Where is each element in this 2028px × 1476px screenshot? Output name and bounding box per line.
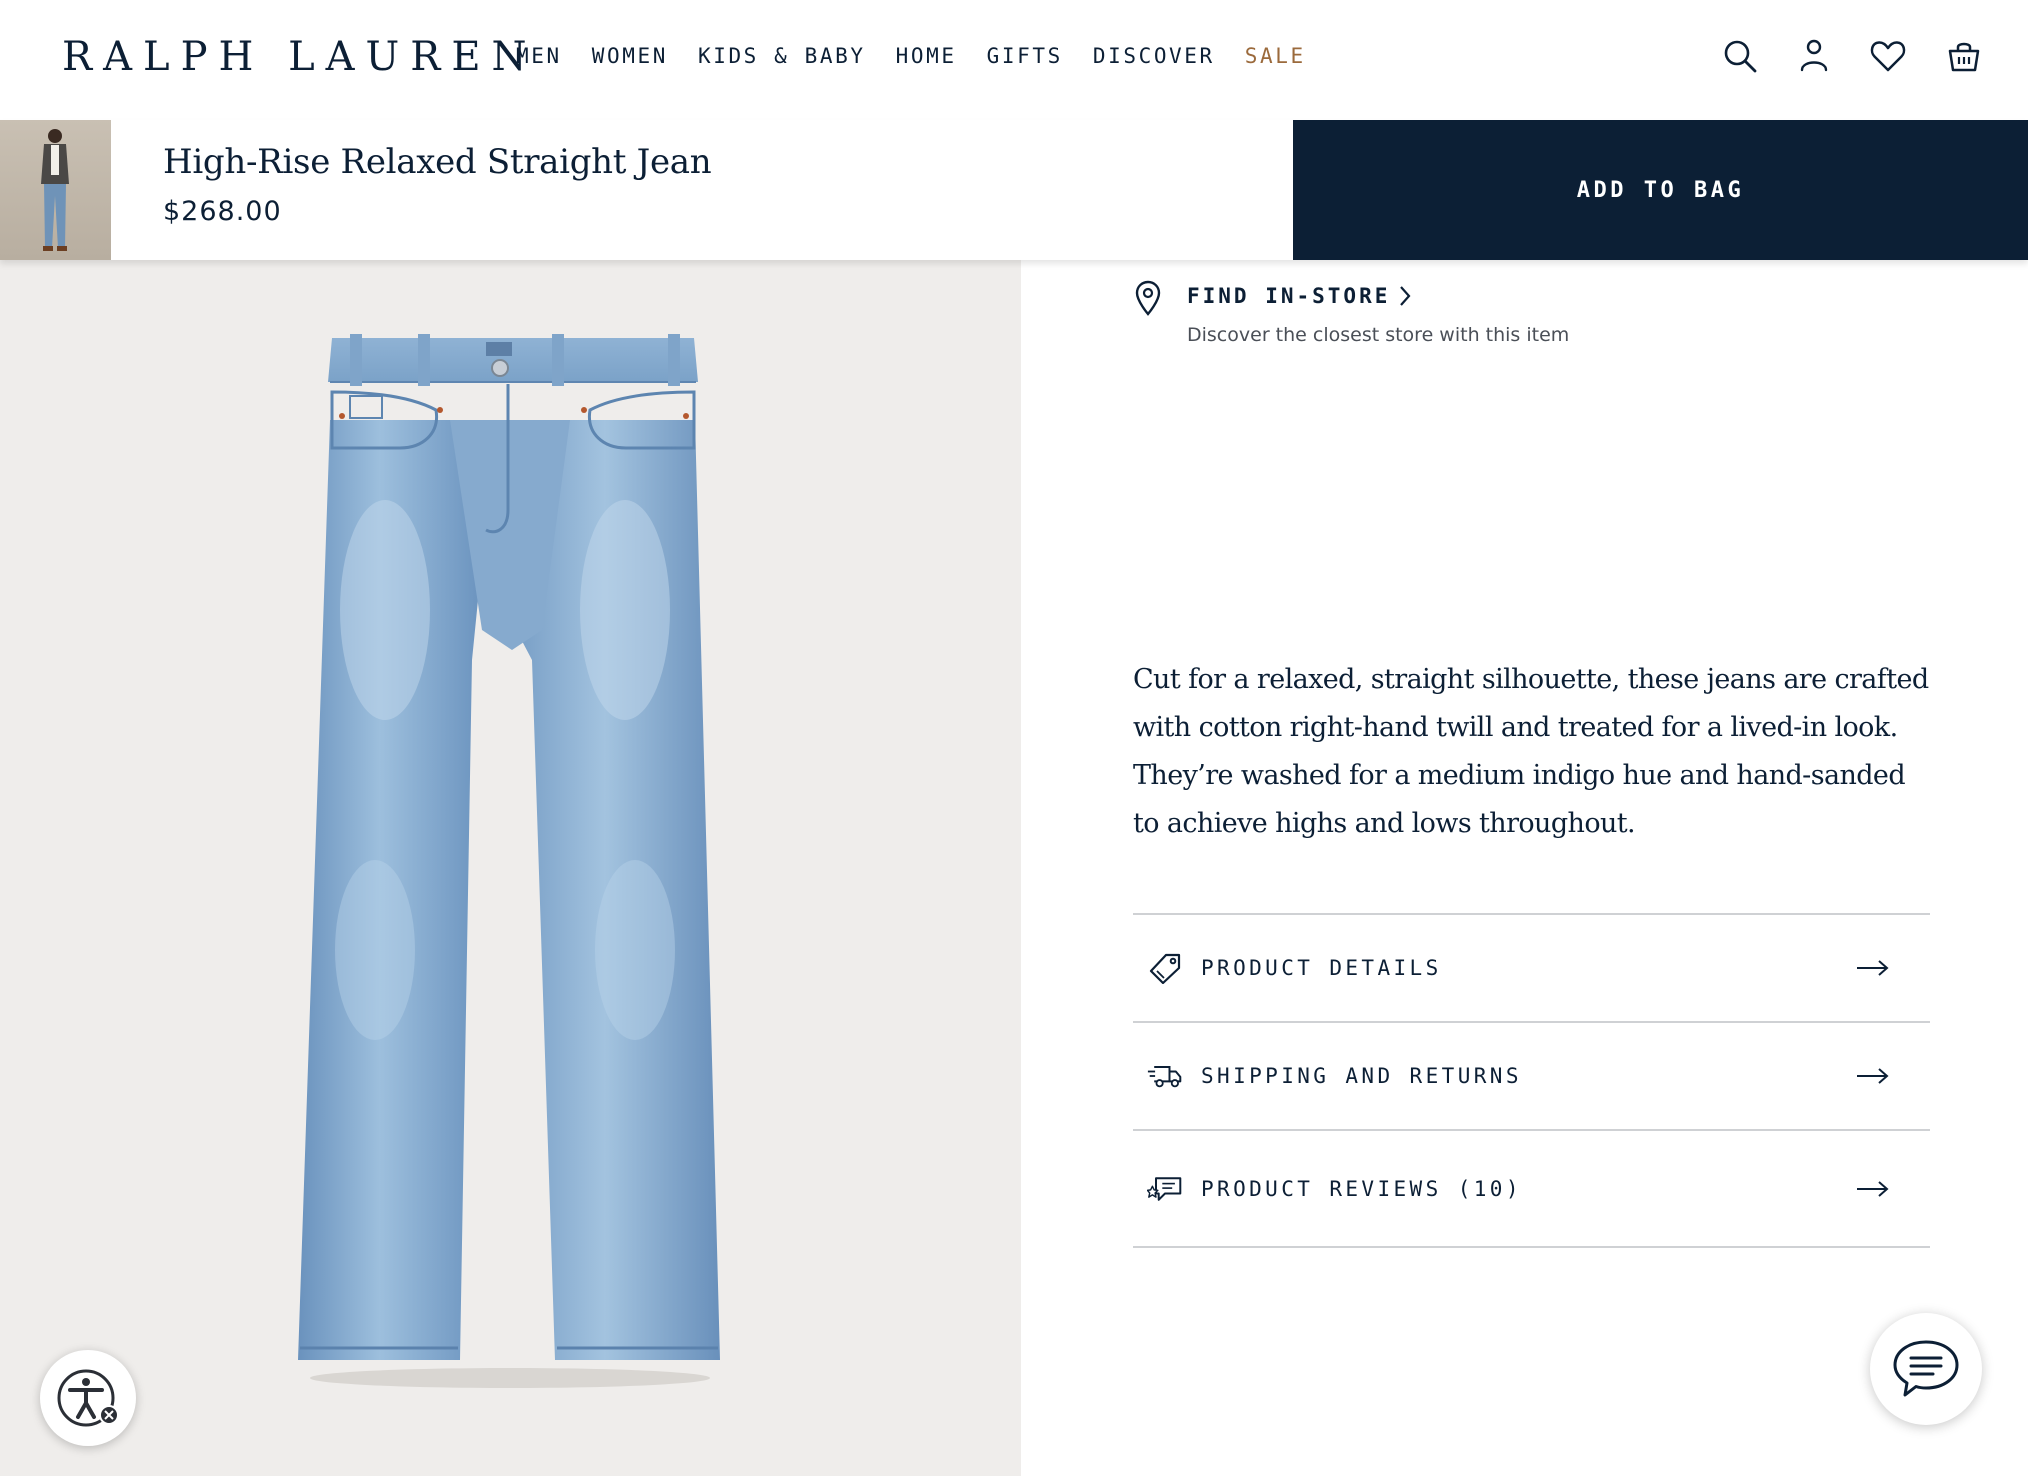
product-thumbnail[interactable]	[0, 120, 111, 260]
nav-item-gifts[interactable]: GIFTS	[987, 44, 1063, 68]
accordion-product-details[interactable]: PRODUCT DETAILS	[1133, 915, 1930, 1023]
accordion-label: PRODUCT DETAILS	[1201, 956, 1442, 980]
add-to-bag-button[interactable]: ADD TO BAG	[1293, 120, 2028, 260]
nav-item-women[interactable]: WOMEN	[592, 44, 668, 68]
wishlist-heart-icon[interactable]	[1868, 36, 1908, 76]
ralph-lauren-logo[interactable]: RALPH LAUREN	[62, 34, 538, 80]
account-icon[interactable]	[1794, 36, 1834, 76]
search-icon[interactable]	[1720, 36, 1760, 76]
accessibility-button[interactable]	[40, 1350, 136, 1446]
chevron-right-icon	[1400, 286, 1411, 306]
nav-item-men[interactable]: MEN	[516, 44, 562, 68]
product-image-panel	[0, 260, 1021, 1476]
nav-item-kids-baby[interactable]: KIDS & BABY	[698, 44, 866, 68]
arrow-right-icon	[1857, 1068, 1889, 1084]
product-info-accordion: PRODUCT DETAILS SHIPPING AND RETURNS PRO…	[1133, 913, 1930, 1248]
accessibility-icon	[57, 1369, 119, 1427]
product-description: Cut for a relaxed, straight silhouette, …	[1133, 664, 1929, 839]
accordion-product-reviews[interactable]: PRODUCT REVIEWS (10)	[1133, 1131, 1930, 1248]
arrow-right-icon	[1857, 1180, 1889, 1197]
find-in-store-link[interactable]: FIND IN-STORE	[1187, 284, 1390, 308]
sticky-product-bar: High-Rise Relaxed Straight Jean $268.00 …	[0, 120, 2028, 260]
tag-icon	[1147, 951, 1183, 985]
nav-item-home[interactable]: HOME	[896, 44, 957, 68]
accordion-shipping-returns[interactable]: SHIPPING AND RETURNS	[1133, 1023, 1930, 1131]
chat-bubble-icon	[1893, 1340, 1959, 1397]
main-nav: MEN WOMEN KIDS & BABY HOME GIFTS DISCOVE…	[516, 44, 1336, 68]
find-in-store-subtext: Discover the closest store with this ite…	[1187, 324, 1570, 346]
arrow-right-icon	[1857, 960, 1889, 976]
review-bubble-icon	[1147, 1172, 1183, 1206]
nav-item-sale[interactable]: SALE	[1245, 44, 1306, 68]
accordion-label: SHIPPING AND RETURNS	[1201, 1064, 1522, 1088]
delivery-truck-icon	[1147, 1059, 1183, 1093]
product-price: $268.00	[163, 196, 282, 227]
chat-button[interactable]	[1870, 1313, 1982, 1425]
nav-item-discover[interactable]: DISCOVER	[1093, 44, 1215, 68]
location-pin-icon	[1135, 280, 1161, 316]
site-header: RALPH LAUREN MEN WOMEN KIDS & BABY HOME …	[0, 0, 2028, 118]
shopping-bag-icon[interactable]	[1944, 36, 1984, 76]
accordion-label: PRODUCT REVIEWS (10)	[1201, 1176, 1522, 1201]
product-title: High-Rise Relaxed Straight Jean	[163, 142, 712, 182]
product-image-jeans[interactable]	[290, 330, 730, 1390]
